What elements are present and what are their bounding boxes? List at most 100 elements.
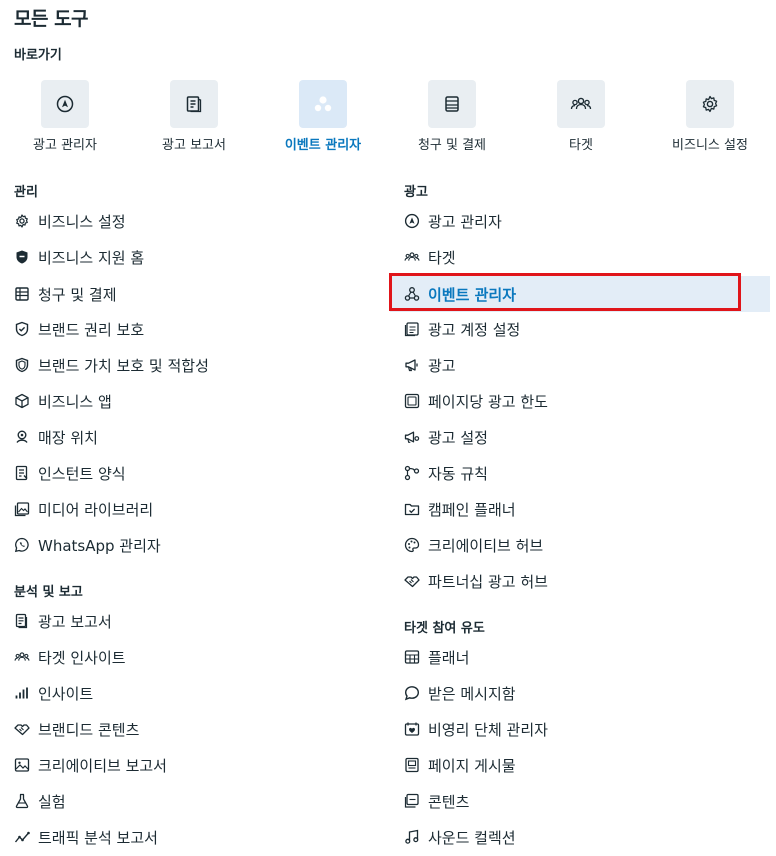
shield-outline-icon [14, 357, 30, 373]
handshake-icon [404, 573, 420, 589]
billing-icon [428, 80, 476, 128]
section-heading-manage: 관리 [14, 185, 38, 200]
bar-chart-icon [14, 685, 30, 701]
menu-item-planner[interactable]: 플래너 [404, 639, 469, 675]
menu-item-inbox[interactable]: 받은 메시지함 [404, 675, 516, 711]
shortcuts-heading: 바로가기 [14, 48, 62, 63]
menu-item-creative-hub[interactable]: 크리에이티브 허브 [404, 527, 543, 563]
billing-icon [14, 286, 30, 302]
people-icon [557, 80, 605, 128]
menu-item-label: 자동 규칙 [428, 464, 488, 483]
menu-item-ads-report[interactable]: 광고 보고서 [14, 603, 112, 639]
menu-item-label: 실험 [38, 792, 66, 811]
menu-item-sound-collection[interactable]: 사운드 컬렉션 [404, 819, 516, 855]
menu-item-label: 광고 설정 [428, 428, 488, 447]
menu-item-label: 광고 관리자 [428, 212, 502, 231]
menu-item-nonprofit-manager[interactable]: 비영리 단체 관리자 [404, 711, 548, 747]
shortcut-audiences[interactable]: 타겟 [517, 80, 645, 153]
shortcut-billing[interactable]: 청구 및 결제 [388, 80, 516, 153]
shortcut-business-settings[interactable]: 비즈니스 설정 [646, 80, 774, 153]
menu-item-audiences[interactable]: 타겟 [404, 239, 456, 275]
menu-item-automated-rules[interactable]: 자동 규칙 [404, 455, 488, 491]
menu-item-creative-report[interactable]: 크리에이티브 보고서 [14, 747, 167, 783]
menu-item-ads-manager[interactable]: 광고 관리자 [404, 203, 502, 239]
menu-item-experiments[interactable]: 실험 [14, 783, 66, 819]
menu-item-ad-account-settings[interactable]: 광고 계정 설정 [404, 311, 520, 347]
handshake-icon [14, 721, 30, 737]
shield-check-icon [14, 321, 30, 337]
account-settings-icon [404, 321, 420, 337]
shortcut-ads-report[interactable]: 광고 보고서 [130, 80, 258, 153]
menu-item-label: 브랜드 권리 보호 [38, 320, 145, 339]
menu-item-label: 광고 [428, 356, 456, 375]
menu-item-label: 브랜드 가치 보호 및 적합성 [38, 356, 209, 375]
content-stack-icon [404, 793, 420, 809]
report-icon [170, 80, 218, 128]
menu-item-label: 비즈니스 설정 [38, 212, 126, 231]
menu-item-label: 콘텐츠 [428, 792, 470, 811]
menu-item-billing[interactable]: 청구 및 결제 [14, 276, 117, 312]
menu-item-label: 인스턴트 양식 [38, 464, 126, 483]
menu-item-campaign-planner[interactable]: 캠페인 플래너 [404, 491, 516, 527]
menu-item-brand-safety[interactable]: 브랜드 가치 보호 및 적합성 [14, 347, 209, 383]
post-icon [404, 757, 420, 773]
menu-item-business-settings[interactable]: 비즈니스 설정 [14, 203, 126, 239]
compass-icon [404, 213, 420, 229]
trend-line-icon [14, 829, 30, 845]
shortcut-label: 광고 관리자 [33, 138, 97, 153]
menu-item-business-support-home[interactable]: 비즈니스 지원 홈 [14, 239, 144, 275]
shortcut-label: 청구 및 결제 [417, 138, 487, 153]
annotation-highlight-box [389, 273, 741, 311]
shortcut-label: 비즈니스 설정 [672, 138, 748, 153]
menu-item-store-locations[interactable]: 매장 위치 [14, 419, 98, 455]
people-icon [404, 249, 420, 265]
menu-item-audience-insights[interactable]: 타겟 인사이트 [14, 639, 126, 675]
menu-item-label: 사운드 컬렉션 [428, 828, 516, 847]
menu-item-page-posts[interactable]: 페이지 게시물 [404, 747, 516, 783]
cube-icon [14, 393, 30, 409]
menu-item-label: 페이지 게시물 [428, 756, 516, 775]
rules-flow-icon [404, 465, 420, 481]
megaphone-icon [404, 357, 420, 373]
whatsapp-icon [14, 537, 30, 553]
palette-icon [404, 537, 420, 553]
page-limit-icon [404, 393, 420, 409]
menu-item-media-library[interactable]: 미디어 라이브러리 [14, 491, 153, 527]
nodes-icon [299, 80, 347, 128]
image-stack-icon [14, 501, 30, 517]
menu-item-partnership-ads-hub[interactable]: 파트너십 광고 허브 [404, 563, 548, 599]
menu-item-label: 비즈니스 지원 홈 [38, 248, 145, 267]
menu-item-whatsapp-manager[interactable]: WhatsApp 관리자 [14, 527, 161, 563]
menu-item-label: 파트너십 광고 허브 [428, 572, 548, 591]
menu-item-branded-content[interactable]: 브랜디드 콘텐츠 [14, 711, 139, 747]
section-heading-ads: 광고 [404, 185, 428, 200]
menu-item-ad-settings[interactable]: 광고 설정 [404, 419, 488, 455]
menu-item-ad-limits-per-page[interactable]: 페이지당 광고 한도 [404, 383, 548, 419]
menu-item-label: 미디어 라이브러리 [38, 500, 154, 519]
menu-item-brand-rights[interactable]: 브랜드 권리 보호 [14, 311, 144, 347]
menu-item-label: 캠페인 플래너 [428, 500, 516, 519]
shortcuts-bar: 광고 관리자 광고 보고서 이벤트 관리자 청구 및 결제 타겟 비즈니스 설정 [0, 80, 776, 156]
menu-item-label: 비즈니스 앱 [38, 392, 112, 411]
menu-item-content[interactable]: 콘텐츠 [404, 783, 469, 819]
menu-item-label: 광고 계정 설정 [428, 320, 521, 339]
menu-item-label: 크리에이티브 보고서 [38, 756, 167, 775]
section-heading-engage: 타겟 참여 유도 [404, 621, 485, 636]
shortcut-events-manager[interactable]: 이벤트 관리자 [259, 80, 387, 153]
megaphone-gear-icon [404, 429, 420, 445]
calendar-grid-icon [404, 649, 420, 665]
menu-item-business-apps[interactable]: 비즈니스 앱 [14, 383, 112, 419]
menu-item-label: 크리에이티브 허브 [428, 536, 544, 555]
menu-item-ads[interactable]: 광고 [404, 347, 456, 383]
shortcut-label: 타겟 [569, 138, 593, 153]
music-note-icon [404, 829, 420, 845]
section-heading-analyze: 분석 및 보고 [14, 585, 83, 600]
menu-item-label: 타겟 인사이트 [38, 648, 126, 667]
shortcut-ads-manager[interactable]: 광고 관리자 [1, 80, 129, 153]
menu-item-insights[interactable]: 인사이트 [14, 675, 93, 711]
menu-item-label: 브랜디드 콘텐츠 [38, 720, 140, 739]
menu-item-label: 트래픽 분석 보고서 [38, 828, 158, 847]
menu-item-instant-forms[interactable]: 인스턴트 양식 [14, 455, 126, 491]
menu-item-traffic-analysis-report[interactable]: 트래픽 분석 보고서 [14, 819, 158, 855]
form-icon [14, 465, 30, 481]
